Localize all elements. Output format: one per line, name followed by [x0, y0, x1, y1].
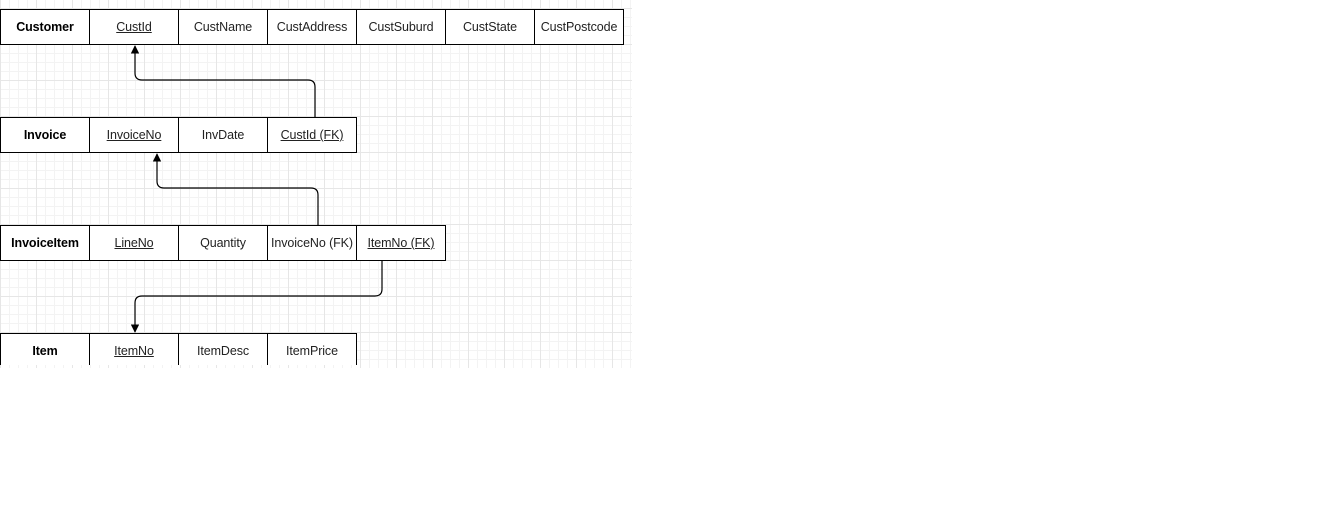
- connector-invoiceitem-item[interactable]: [130, 261, 383, 333]
- attr-quantity[interactable]: Quantity: [178, 225, 268, 261]
- attr-itemdesc[interactable]: ItemDesc: [178, 333, 268, 365]
- attr-custname[interactable]: CustName: [178, 9, 268, 45]
- diagram-canvas: Customer CustId CustName CustAddress Cus…: [0, 0, 632, 368]
- attr-custpostcode[interactable]: CustPostcode: [534, 9, 624, 45]
- relationship-connectors: [130, 45, 383, 333]
- attr-itemprice[interactable]: ItemPrice: [267, 333, 357, 365]
- attr-itemno-fk[interactable]: ItemNo (FK): [356, 225, 446, 261]
- invoice-table[interactable]: Invoice InvoiceNo InvDate CustId (FK): [0, 117, 357, 153]
- entity-invoice[interactable]: Invoice: [0, 117, 90, 153]
- attr-invoiceno-fk[interactable]: InvoiceNo (FK): [267, 225, 357, 261]
- entity-item[interactable]: Item: [0, 333, 90, 365]
- attr-custaddress[interactable]: CustAddress: [267, 9, 357, 45]
- connector-invoiceitem-invoice[interactable]: [152, 153, 319, 225]
- entity-customer[interactable]: Customer: [0, 9, 90, 45]
- customer-table[interactable]: Customer CustId CustName CustAddress Cus…: [0, 9, 624, 45]
- attr-custsuburd[interactable]: CustSuburd: [356, 9, 446, 45]
- attr-custid[interactable]: CustId: [89, 9, 179, 45]
- attr-lineno[interactable]: LineNo: [89, 225, 179, 261]
- connector-invoice-customer[interactable]: [130, 45, 316, 117]
- attr-invoiceno[interactable]: InvoiceNo: [89, 117, 179, 153]
- attr-custid-fk[interactable]: CustId (FK): [267, 117, 357, 153]
- attr-invdate[interactable]: InvDate: [178, 117, 268, 153]
- attr-custstate[interactable]: CustState: [445, 9, 535, 45]
- invoiceitem-table[interactable]: InvoiceItem LineNo Quantity InvoiceNo (F…: [0, 225, 446, 261]
- attr-itemno[interactable]: ItemNo: [89, 333, 179, 365]
- entity-invoiceitem[interactable]: InvoiceItem: [0, 225, 90, 261]
- item-table[interactable]: Item ItemNo ItemDesc ItemPrice: [0, 333, 357, 365]
